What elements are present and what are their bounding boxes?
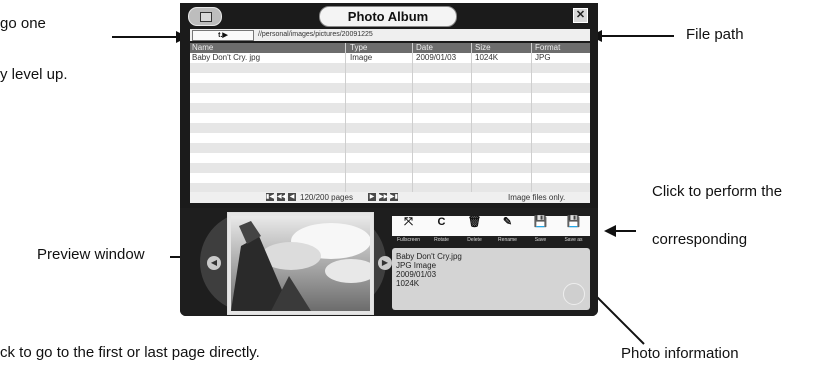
table-row-empty[interactable]: [190, 103, 590, 113]
rotate-button[interactable]: C: [425, 216, 458, 236]
column-divider: [412, 43, 413, 193]
arrow-up-button: [112, 36, 176, 38]
column-header-date[interactable]: Date: [416, 43, 433, 53]
cell-format: JPG: [535, 53, 551, 62]
annotation-go-one: go one: [0, 15, 46, 32]
arrow-file-path: [602, 35, 674, 37]
file-filter: Image files only.: [508, 193, 566, 202]
column-header-name[interactable]: Name: [192, 43, 213, 53]
bottom-panel: ◀ ▶ ⤧ C 🗑 ✎ 💾 💾 Fullscreen Rotate Delete…: [180, 208, 598, 316]
delete-icon: 🗑: [467, 216, 482, 228]
next-fast-button[interactable]: ▶▶: [379, 193, 388, 201]
menu-button[interactable]: [188, 7, 222, 26]
column-divider: [471, 43, 472, 193]
table-row-empty[interactable]: [190, 83, 590, 93]
toolbar-labels: Fullscreen Rotate Delete Rename Save Sav…: [392, 237, 590, 245]
table-row-empty[interactable]: [190, 63, 590, 73]
prev-fast-button[interactable]: ◀◀: [277, 193, 286, 201]
cell-size: 1024K: [475, 53, 499, 62]
annotation-click-perform: Click to perform the: [652, 183, 783, 200]
column-header-format[interactable]: Format: [535, 43, 560, 53]
action-toolbar: ⤧ C 🗑 ✎ 💾 💾: [392, 216, 590, 236]
annotation-corresponding: corresponding: [652, 231, 748, 248]
annotation-level-up: y level up.: [0, 66, 68, 83]
prev-page-button[interactable]: ◀: [288, 193, 296, 201]
delete-label: Delete: [467, 237, 482, 243]
arrow-toolbar: [616, 230, 636, 232]
table-row-empty[interactable]: [190, 73, 590, 83]
rename-icon: ✎: [502, 216, 513, 228]
annotation-photo-information: Photo information: [621, 345, 739, 362]
rotate-icon: C: [437, 216, 446, 228]
window-title: Photo Album: [319, 6, 457, 27]
delete-button[interactable]: 🗑: [458, 216, 491, 236]
last-page-button[interactable]: ▶▮: [390, 193, 398, 201]
table-row-empty[interactable]: [190, 123, 590, 133]
arrow-head-toolbar: [604, 225, 616, 237]
title-bar: Photo Album ✕: [180, 3, 598, 29]
save-as-button[interactable]: 💾: [557, 216, 590, 236]
column-divider: [531, 43, 532, 193]
page-count: 120/200 pages: [300, 193, 353, 202]
save-label: Save: [534, 237, 547, 243]
close-button[interactable]: ✕: [573, 8, 588, 23]
fullscreen-label: Fullscreen: [396, 237, 421, 243]
table-row-empty[interactable]: [190, 163, 590, 173]
pager: ▮◀ ◀◀ ◀ 120/200 pages ▶ ▶▶ ▶▮ Image file…: [190, 192, 590, 203]
photo-album-window: Photo Album ✕ t.▶ //personal/images/pict…: [180, 3, 598, 316]
info-size: 1024K: [396, 279, 420, 288]
up-level-button[interactable]: t.▶: [192, 30, 254, 41]
cell-date: 2009/01/03: [416, 53, 457, 62]
annotation-first-last-page: ck to go to the first or last page direc…: [0, 344, 260, 361]
table-row-empty[interactable]: [190, 93, 590, 103]
fullscreen-icon: ⤧: [404, 216, 413, 228]
info-date: 2009/01/03: [396, 270, 437, 279]
table-row[interactable]: Baby Don't Cry. jpg Image 2009/01/03 102…: [190, 53, 590, 63]
table-row-empty[interactable]: [190, 153, 590, 163]
table-row-empty[interactable]: [190, 143, 590, 153]
list-header: Name Type Date Size Format: [190, 43, 590, 53]
info-type: JPG Image: [396, 261, 437, 270]
annotation-preview-window: Preview window: [37, 246, 145, 263]
rename-button[interactable]: ✎: [491, 216, 524, 236]
save-as-label: Save as: [564, 237, 583, 243]
info-scroll-knob[interactable]: [563, 283, 585, 305]
column-divider: [345, 43, 346, 193]
file-path: //personal/images/pictures/20091225: [258, 31, 373, 38]
save-as-icon: 💾: [566, 216, 581, 228]
previous-photo-button[interactable]: ◀: [207, 256, 221, 270]
table-row-empty[interactable]: [190, 133, 590, 143]
cell-type: Image: [350, 53, 373, 62]
fullscreen-button[interactable]: ⤧: [392, 216, 425, 236]
photo-info-box: Baby Don't Cry.jpg JPG Image 2009/01/03 …: [392, 248, 590, 310]
preview-image: [231, 216, 370, 311]
save-icon: 💾: [533, 216, 548, 228]
cell-name: Baby Don't Cry. jpg: [192, 53, 261, 62]
info-name: Baby Don't Cry.jpg: [396, 252, 462, 261]
column-header-type[interactable]: Type: [350, 43, 367, 53]
save-button[interactable]: 💾: [524, 216, 557, 236]
menu-icon: [200, 12, 212, 22]
next-photo-button[interactable]: ▶: [378, 256, 392, 270]
preview-window: [227, 212, 374, 315]
path-bar: t.▶ //personal/images/pictures/20091225: [190, 29, 590, 41]
annotation-file-path: File path: [686, 26, 744, 43]
rotate-label: Rotate: [434, 237, 449, 243]
rename-label: Rename: [498, 237, 517, 243]
table-row-empty[interactable]: [190, 173, 590, 183]
file-list: Name Type Date Size Format Baby Don't Cr…: [190, 43, 590, 203]
first-page-button[interactable]: ▮◀: [266, 193, 274, 201]
column-header-size[interactable]: Size: [475, 43, 491, 53]
next-page-button[interactable]: ▶: [368, 193, 376, 201]
table-row-empty[interactable]: [190, 113, 590, 123]
